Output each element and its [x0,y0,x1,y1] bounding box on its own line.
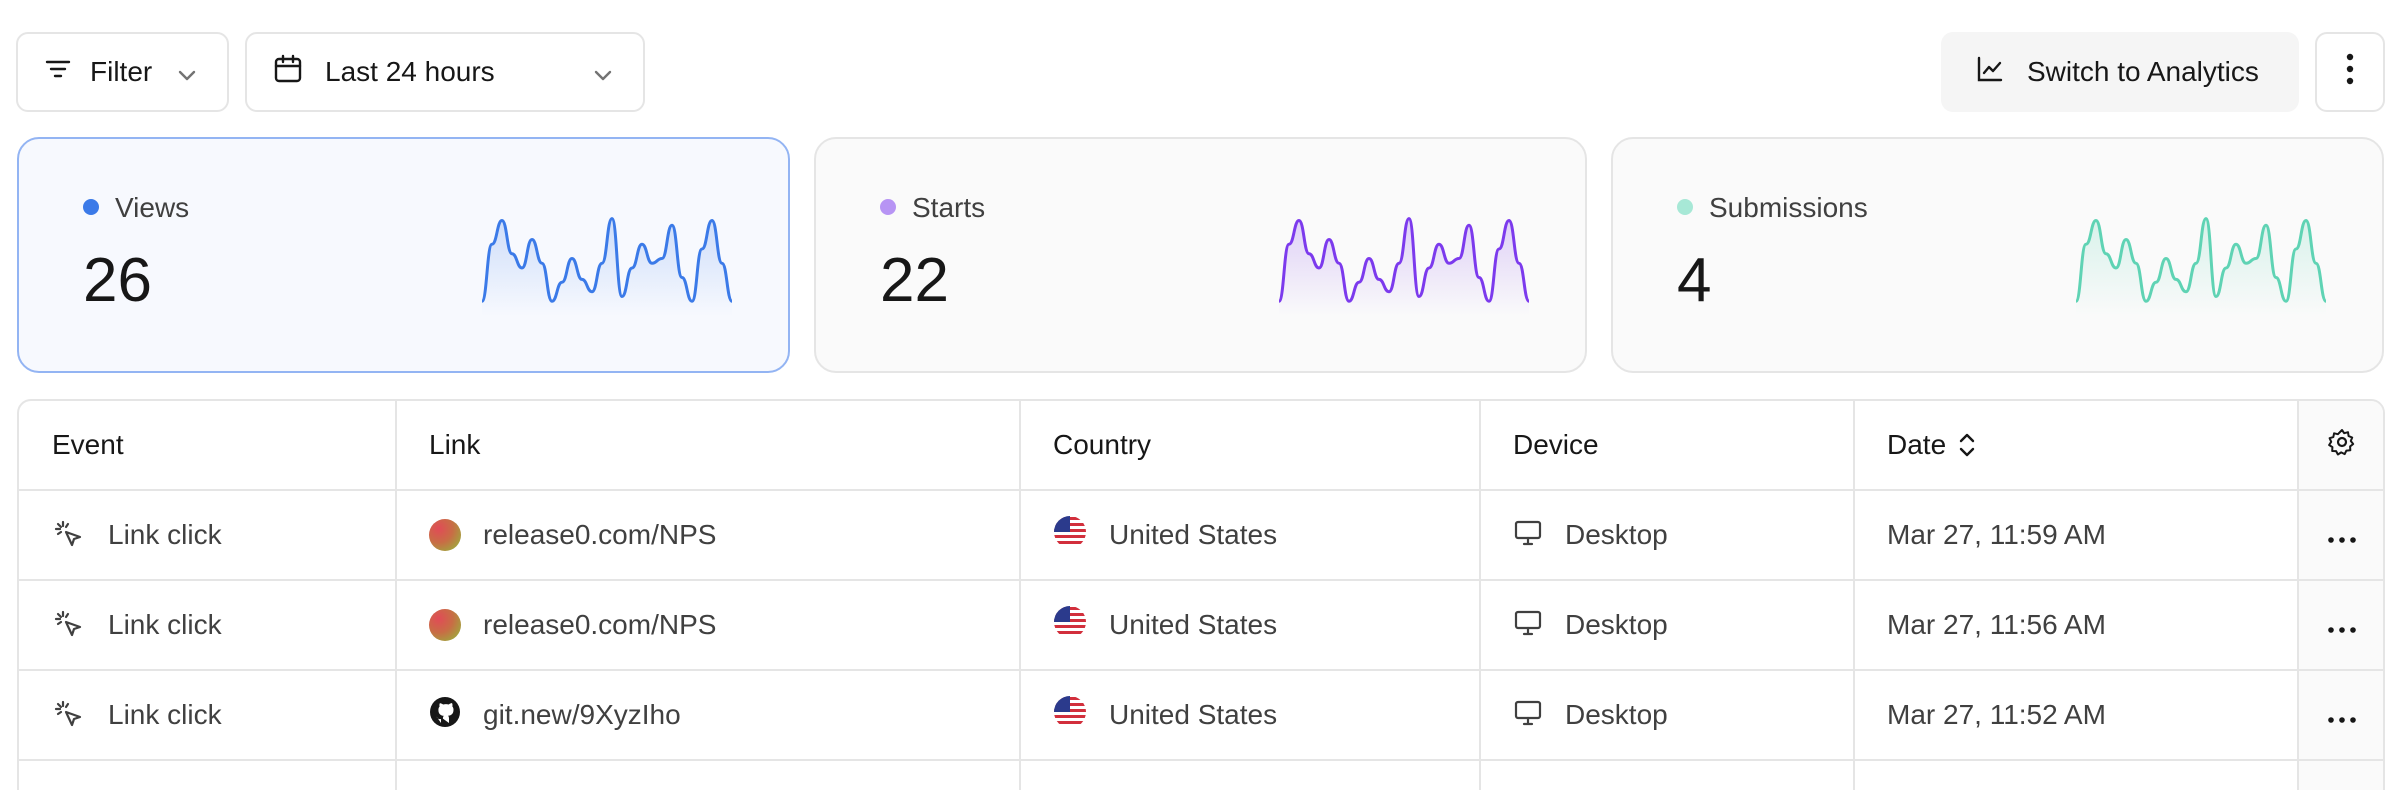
link-text: git.new/9XyzIho [483,699,681,730]
switch-to-analytics-button[interactable]: Switch to Analytics [1941,32,2299,112]
monitor-icon [1513,517,1543,554]
cursor-click-icon [52,698,86,732]
link-cell[interactable]: release0.com/NPS [429,491,716,579]
table-row[interactable]: Link click release0.com/NPS United State… [19,581,2383,671]
metric-value: 26 [83,246,152,315]
link-text: release0.com/NPS [483,609,717,640]
more-vertical-icon [2345,52,2355,93]
metric-value: 4 [1677,246,1712,315]
more-options-button[interactable] [2315,32,2385,112]
table-row[interactable]: Link click release0.com/NPS United State… [19,491,2383,581]
link-cell[interactable]: git.new/9XyzIho [429,671,681,759]
column-header-country[interactable]: Country [1053,401,1151,489]
row-actions-button[interactable] [2297,491,2383,579]
gear-icon [2327,427,2357,464]
event-label: Link click [108,609,222,640]
filter-icon [44,55,72,90]
device-cell: Desktop [1513,671,1668,759]
sort-icon[interactable] [1958,431,1976,459]
table-row[interactable]: Link click git.new/9XyzIho United States… [19,671,2383,761]
chevron-down-icon [591,62,615,94]
event-label: Link click [108,519,222,550]
us-flag-icon [1053,605,1087,646]
device-cell: Desktop [1513,491,1668,579]
column-header-device[interactable]: Device [1513,401,1599,489]
monitor-icon [1513,607,1543,644]
monitor-icon [1513,697,1543,734]
date-range-label: Last 24 hours [325,56,495,87]
row-actions-button[interactable] [2297,671,2383,759]
more-horizontal-icon [2327,519,2357,551]
metric-label: Submissions [1709,192,1868,223]
metric-card-starts[interactable]: Starts 22 [814,137,1587,373]
link-favicon [429,519,461,551]
column-header-link[interactable]: Link [429,401,480,489]
link-text: release0.com/NPS [483,519,717,550]
cursor-click-icon [52,518,86,552]
starts-dot [880,199,896,215]
github-icon [429,696,461,735]
metric-card-views[interactable]: Views 26 [17,137,790,373]
views-dot [83,199,99,215]
date-cell: Mar 27, 11:59 AM [1887,519,2106,550]
event-cell: Link click [52,581,222,669]
link-cell[interactable]: release0.com/NPS [429,581,716,669]
cursor-click-icon [52,608,86,642]
switch-to-analytics-label: Switch to Analytics [2027,56,2259,87]
calendar-icon [273,54,303,91]
device-name: Desktop [1565,699,1668,730]
country-cell: United States [1053,581,1277,669]
country-name: United States [1109,699,1278,730]
column-header-date-label: Date [1887,429,1947,460]
device-name: Desktop [1565,609,1668,640]
event-label: Link click [108,699,222,730]
submissions-dot [1677,199,1693,215]
us-flag-icon [1053,695,1087,736]
table-header: Event Link Country Device Date [19,401,2383,491]
country-cell: United States [1053,671,1277,759]
date-range-picker[interactable]: Last 24 hours [245,32,645,112]
metric-card-submissions[interactable]: Submissions 4 [1611,137,2384,373]
metric-label: Starts [912,192,986,223]
row-actions-button[interactable] [2297,581,2383,669]
device-cell: Desktop [1513,581,1668,669]
more-horizontal-icon [2327,699,2357,731]
event-cell: Link click [52,491,222,579]
date-cell: Mar 27, 11:56 AM [1887,609,2106,640]
column-header-date[interactable]: Date [1887,401,1976,489]
metric-label: Views [115,192,190,223]
country-cell: United States [1053,491,1277,579]
events-table: Event Link Country Device Date Link clic… [17,399,2385,790]
metric-value: 22 [880,246,949,315]
country-name: United States [1109,519,1278,550]
chevron-down-icon [175,62,199,94]
device-name: Desktop [1565,519,1668,550]
us-flag-icon [1053,515,1087,556]
filter-button[interactable]: Filter [16,32,229,112]
link-favicon [429,609,461,641]
line-chart-icon [1975,54,2005,91]
column-settings-button[interactable] [2297,401,2383,489]
event-cell: Link click [52,671,222,759]
more-horizontal-icon [2327,609,2357,641]
date-cell: Mar 27, 11:52 AM [1887,699,2106,730]
toolbar: Filter Last 24 hours Switch to Analytics [0,0,2402,130]
filter-label: Filter [90,56,153,87]
column-header-event[interactable]: Event [52,401,124,489]
country-name: United States [1109,609,1278,640]
